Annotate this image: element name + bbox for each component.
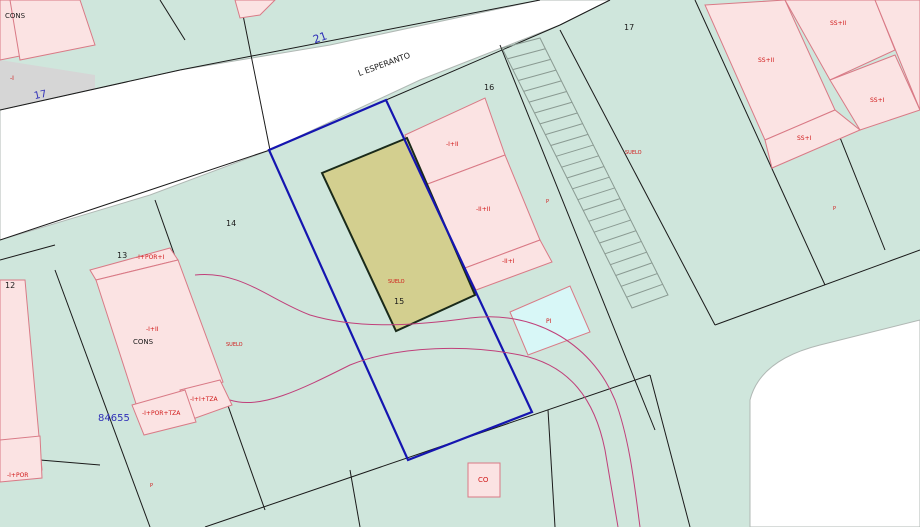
parcel-number-12: 12 — [5, 281, 15, 290]
parcel-number-13: 13 — [117, 251, 127, 260]
label-left-building: -I+II — [146, 326, 159, 333]
label-p-center: P — [546, 199, 549, 205]
label-p-bottom: P — [150, 483, 153, 489]
cadastral-map[interactable]: 21 L ESPERANTO 17 16 17 14 13 12 15 CONS… — [0, 0, 920, 527]
label-minus-i-top: -I — [10, 75, 14, 82]
label-por-top: -I+POR+I — [136, 254, 164, 261]
label-por-tza: -I+POR+TZA — [142, 410, 181, 417]
label-co: CO — [478, 476, 489, 484]
label-ss-ii-b: SS+II — [830, 20, 846, 27]
label-suelo-left: SUELO — [226, 342, 243, 348]
label-p-right: P — [833, 206, 836, 212]
label-cons-top: CONS — [5, 12, 26, 20]
label-minus-ii-i: -II+I — [502, 258, 515, 265]
label-tza-right: -I+I+TZA — [190, 396, 219, 403]
label-suelo-highlight: SUELO — [388, 279, 405, 285]
parcel-number-15: 15 — [394, 297, 404, 306]
label-pi: PI — [546, 318, 552, 325]
label-ss-i-right: SS+I — [870, 97, 885, 104]
label-ss-i-bottom: SS+I — [797, 135, 812, 142]
parcel-number-17: 17 — [624, 23, 634, 32]
parcel-number-14: 14 — [226, 219, 236, 228]
label-ss-ii-a: SS+II — [758, 57, 774, 64]
parcel-number-16: 16 — [484, 83, 494, 92]
map-canvas: 21 L ESPERANTO 17 16 17 14 13 12 15 CONS… — [0, 0, 920, 527]
label-minus-ii-ii: -II+II — [476, 206, 491, 213]
label-minus-i-ii: -I+II — [446, 141, 459, 148]
block-code: 84655 — [98, 413, 130, 424]
label-suelo-top-right: SUELO — [625, 150, 642, 156]
label-por-bottom-left: -I+POR — [7, 472, 28, 479]
label-cons-left: CONS — [133, 338, 154, 346]
